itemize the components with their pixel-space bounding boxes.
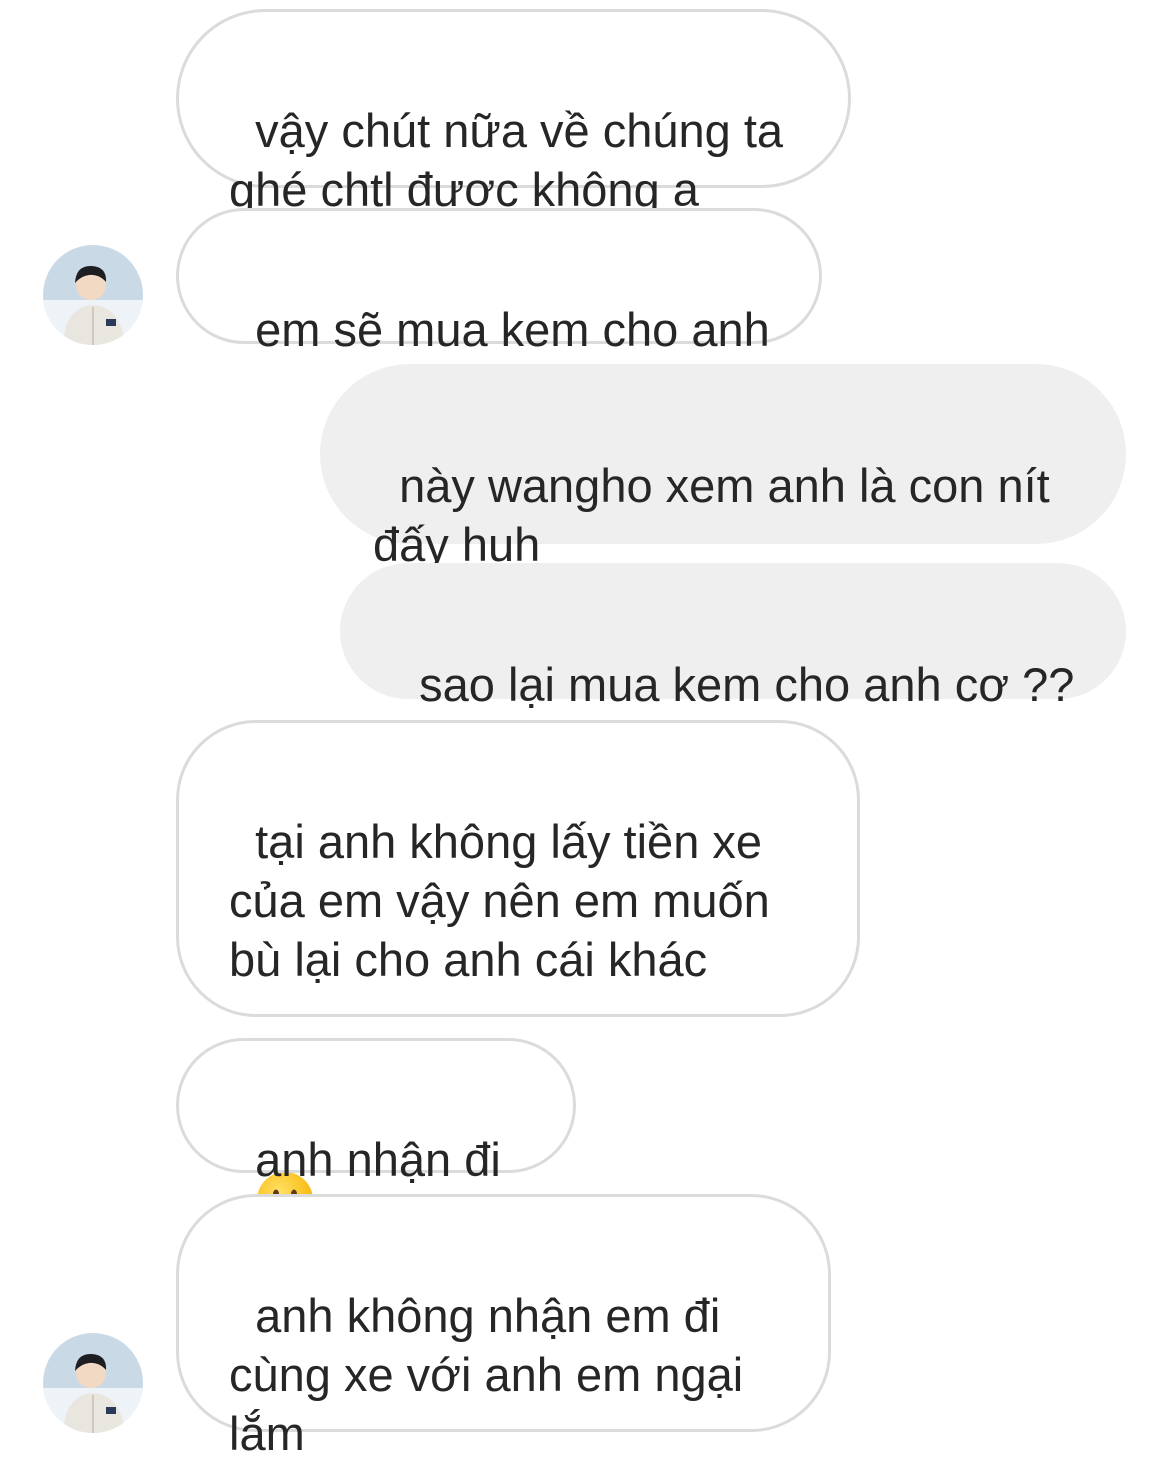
message-bubble-incoming[interactable]: vậy chút nữa về chúng ta ghé chtl được k… [176,9,851,216]
message-bubble-outgoing[interactable]: này wangho xem anh là con nít đấy huh [320,364,1126,571]
message-bubble-incoming[interactable]: anh không nhận em đi cùng xe với anh em … [176,1194,831,1460]
sender-avatar[interactable] [43,1333,143,1433]
message-bubble-outgoing[interactable]: sao lại mua kem cho anh cơ ?? [340,563,1126,711]
message-bubble-incoming[interactable]: anh nhận đi ạ [176,1038,576,1245]
avatar-photo-icon [43,245,143,345]
message-bubble-incoming[interactable]: tại anh không lấy tiền xe của em vậy nên… [176,720,860,1228]
message-text: em sẽ mua kem cho anh [255,303,770,356]
sender-avatar[interactable] [43,245,143,345]
message-text: sao lại mua kem cho anh cơ ?? [419,658,1075,711]
message-text: tại anh không lấy tiền xe của em vậy nên… [229,815,770,986]
message-text: anh không nhận em đi cùng xe với anh em … [229,1289,744,1460]
message-text: này wangho xem anh là con nít đấy huh [373,459,1050,571]
avatar-photo-icon [43,1333,143,1433]
message-text: vậy chút nữa về chúng ta ghé chtl được k… [229,104,784,216]
message-bubble-incoming[interactable]: em sẽ mua kem cho anh [176,208,822,356]
